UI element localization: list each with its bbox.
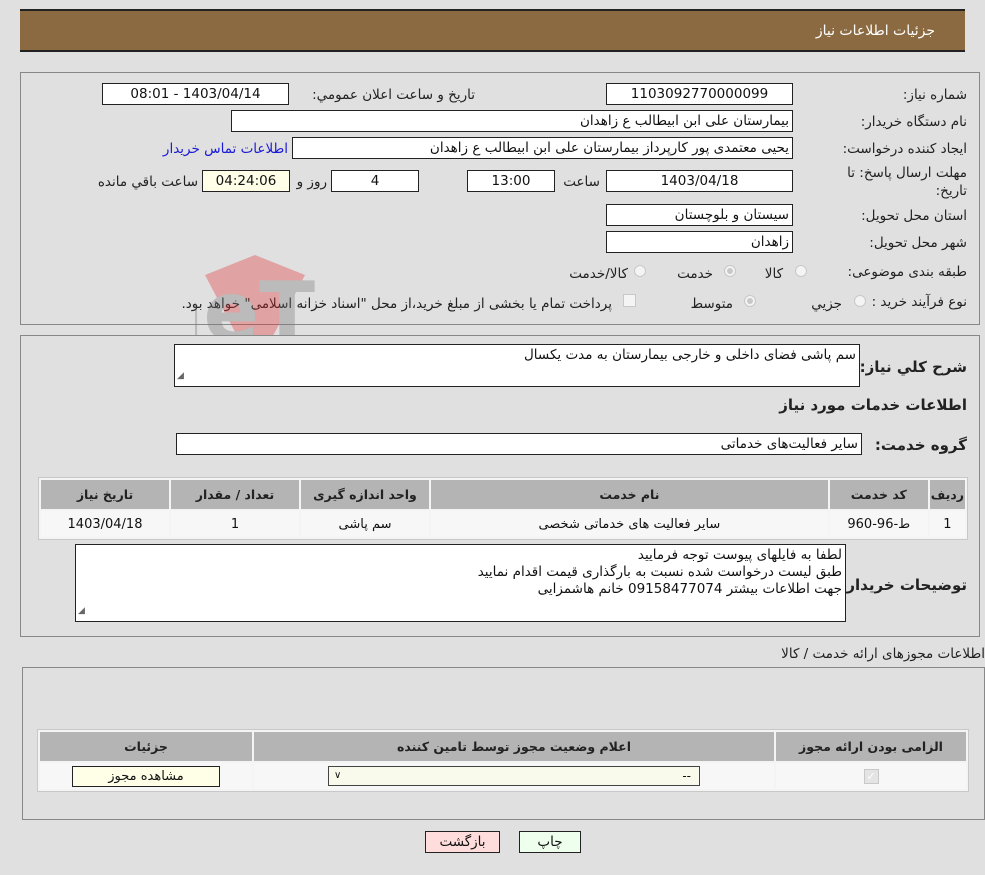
- city-field: زاهدان: [606, 231, 793, 253]
- col-license-required: الزامی بودن ارائه مجوز: [776, 732, 966, 761]
- cell-row-number: 1: [929, 511, 965, 537]
- city-label: شهر محل تحویل:: [869, 235, 967, 251]
- col-service-code: کد خدمت: [829, 480, 928, 509]
- need-number-label: شماره نیاز:: [902, 87, 967, 103]
- need-number-field: 1103092770000099: [606, 83, 793, 105]
- resize-grip-icon[interactable]: ◢: [177, 368, 184, 385]
- cell-quantity: 1: [171, 511, 299, 537]
- buyer-contact-link[interactable]: اطلاعات تماس خریدار: [163, 141, 288, 157]
- days-remaining-field: 4: [331, 170, 419, 192]
- purchase-option-medium: متوسط: [690, 296, 733, 312]
- licenses-table: الزامی بودن ارائه مجوز اعلام وضعیت مجوز …: [37, 729, 969, 792]
- purchase-radio-medium[interactable]: [744, 295, 756, 307]
- service-group-label: گروه خدمت:: [874, 436, 967, 454]
- print-button[interactable]: چاپ: [519, 831, 581, 853]
- license-status-select[interactable]: -- ∨: [328, 766, 700, 786]
- cell-license-details: مشاهده مجوز: [40, 763, 252, 789]
- deadline-label: مهلت ارسال پاسخ: تا: [847, 165, 967, 181]
- cell-service-code: ط-96-960: [829, 511, 928, 537]
- cell-service-name: سایر فعالیت های خدماتی شخصی: [431, 511, 828, 537]
- cell-license-required: ✓: [776, 763, 966, 789]
- treasury-note: پرداخت تمام یا بخشی از مبلغ خرید،از محل …: [181, 296, 612, 312]
- category-option-goods: کالا: [764, 266, 783, 282]
- category-label: طبقه بندی موضوعی:: [847, 264, 967, 280]
- buyer-notes-textarea[interactable]: لطفا به فایلهای پیوست توجه فرمایید طبق ل…: [75, 544, 846, 622]
- col-license-details: جزئیات: [40, 732, 252, 761]
- category-radio-goods-service[interactable]: [634, 265, 646, 277]
- buyer-note-line: لطفا به فایلهای پیوست توجه فرمایید: [637, 547, 842, 563]
- page-header: جزئیات اطلاعات نیاز: [20, 9, 965, 52]
- licenses-table-header: الزامی بودن ارائه مجوز اعلام وضعیت مجوز …: [40, 732, 966, 761]
- deadline-date-field: 1403/04/18: [606, 170, 793, 192]
- resize-grip-icon[interactable]: ◢: [78, 603, 85, 620]
- province-field: سیستان و بلوچستان: [606, 204, 793, 226]
- view-license-button[interactable]: مشاهده مجوز: [72, 765, 220, 787]
- col-need-date: تاریخ نیاز: [41, 480, 169, 509]
- purchase-radio-minor[interactable]: [854, 295, 866, 307]
- province-label: استان محل تحویل:: [861, 208, 967, 224]
- treasury-checkbox[interactable]: [623, 294, 636, 307]
- buyer-org-field: بیمارستان علی ابن ابیطالب ع زاهدان: [231, 110, 793, 132]
- buyer-note-line: جهت اطلاعات بیشتر 09158477074 خانم هاشمز…: [537, 581, 842, 597]
- table-row: 1 ط-96-960 سایر فعالیت های خدماتی شخصی س…: [41, 511, 965, 537]
- category-option-goods-service: کالا/خدمت: [569, 266, 628, 282]
- buyer-note-line: طبق لیست درخواست شده نسبت به بارگذاری قی…: [477, 564, 842, 580]
- time-remaining-field: 04:24:06: [202, 170, 290, 192]
- col-quantity: تعداد / مقدار: [171, 480, 299, 509]
- purchase-option-minor: جزيي: [811, 296, 842, 312]
- services-table-header: ردیف کد خدمت نام خدمت واحد اندازه گیری ت…: [41, 480, 965, 509]
- col-row-number: ردیف: [929, 480, 965, 509]
- announce-datetime-field: 1403/04/14 - 08:01: [102, 83, 289, 105]
- back-button[interactable]: بازگشت: [425, 831, 500, 853]
- page-title: جزئیات اطلاعات نیاز: [815, 23, 935, 39]
- deadline-time-label: ساعت: [563, 174, 600, 190]
- deadline-label-2: تاریخ:: [935, 183, 967, 199]
- category-radio-service[interactable]: [724, 265, 736, 277]
- summary-textarea[interactable]: سم پاشی فضای داخلی و خارجی بیمارستان به …: [174, 344, 860, 387]
- days-label: روز و: [296, 174, 327, 190]
- table-row: ✓ -- ∨ مشاهده مجوز: [40, 763, 966, 789]
- category-radio-goods[interactable]: [795, 265, 807, 277]
- service-group-field: سایر فعالیت‌های خدماتی: [176, 433, 862, 455]
- category-option-service: خدمت: [677, 266, 713, 282]
- col-service-name: نام خدمت: [431, 480, 828, 509]
- services-section-title: اطلاعات خدمات مورد نیاز: [779, 396, 967, 414]
- creator-label: ایجاد کننده درخواست:: [842, 141, 967, 157]
- announce-label: تاریخ و ساعت اعلان عمومي:: [312, 87, 475, 103]
- buyer-notes-label: توضیحات خریدار:: [840, 576, 967, 594]
- summary-label: شرح کلي نیاز:: [859, 358, 967, 376]
- purchase-type-label: نوع فرآیند خرید :: [871, 294, 967, 310]
- services-table: ردیف کد خدمت نام خدمت واحد اندازه گیری ت…: [38, 477, 968, 540]
- license-required-checkbox[interactable]: ✓: [863, 768, 879, 784]
- buyer-org-label: نام دستگاه خریدار:: [860, 114, 967, 130]
- time-remaining-label: ساعت باقي مانده: [97, 174, 198, 190]
- col-license-status: اعلام وضعیت مجوز توسط تامین کننده: [254, 732, 774, 761]
- creator-field: یحیی معتمدی پور کارپرداز بیمارستان علی ا…: [292, 137, 793, 159]
- col-unit: واحد اندازه گیری: [301, 480, 429, 509]
- cell-need-date: 1403/04/18: [41, 511, 169, 537]
- cell-unit: سم پاشی: [301, 511, 429, 537]
- licenses-title: اطلاعات مجوزهای ارائه خدمت / کالا: [781, 646, 985, 662]
- cell-license-status: -- ∨: [254, 763, 774, 789]
- license-status-value: --: [682, 769, 691, 783]
- deadline-time-field: 13:00: [467, 170, 555, 192]
- summary-text: سم پاشی فضای داخلی و خارجی بیمارستان به …: [524, 347, 856, 363]
- chevron-down-icon: ∨: [334, 770, 342, 781]
